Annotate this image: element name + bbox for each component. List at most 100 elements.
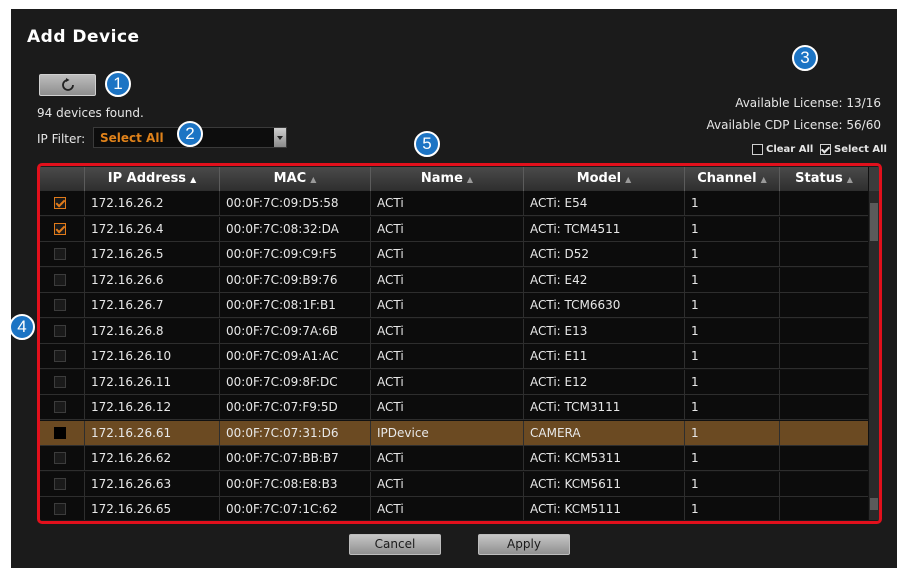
cell-channel: 1 (685, 420, 780, 445)
row-checkbox[interactable] (54, 273, 66, 286)
cell-ip: 172.16.26.63 (85, 471, 220, 496)
table-row[interactable]: 172.16.26.10 00:0F:7C:09:A1:AC ACTi ACTi: E… (40, 344, 868, 369)
table-row[interactable]: 172.16.26.12 00:0F:7C:07:F9:5D ACTi ACTi: T… (40, 395, 868, 420)
cell-model: ACTi: TCM6630 (524, 293, 685, 317)
cell-name: ACTi (371, 318, 524, 343)
select-all-checkbox[interactable]: Select All (820, 144, 887, 155)
row-checkbox[interactable] (54, 299, 66, 311)
cell-name: ACTi (371, 369, 524, 394)
row-checkbox[interactable] (54, 222, 66, 235)
cell-status (780, 472, 868, 496)
cell-channel: 1 (685, 318, 780, 343)
row-checkbox-cell (40, 369, 85, 394)
row-checkbox[interactable] (54, 375, 66, 388)
available-cdp-license-text: Available CDP License: 56/60 (706, 118, 881, 132)
table-row[interactable]: 172.16.26.63 00:0F:7C:08:E8:B3 ACTi ACTi: K… (40, 471, 868, 497)
callout-marker: 5 (414, 131, 440, 157)
header-mac[interactable]: MAC ▲ (220, 167, 371, 191)
row-checkbox[interactable] (54, 350, 66, 362)
cell-model: ACTi: KCM5311 (524, 446, 685, 470)
header-channel[interactable]: Channel ▲ (685, 167, 780, 191)
select-all-box[interactable] (820, 144, 831, 155)
cell-name: ACTi (371, 293, 524, 317)
row-checkbox[interactable] (54, 248, 66, 260)
scrollbar-header-cap (869, 167, 879, 191)
cell-channel: 1 (685, 369, 780, 394)
row-checkbox[interactable] (54, 401, 66, 413)
cell-mac: 00:0F:7C:08:E8:B3 (220, 471, 371, 496)
chevron-down-icon[interactable] (274, 128, 286, 147)
vertical-scrollbar[interactable] (869, 167, 879, 520)
table-row[interactable]: 172.16.26.7 00:0F:7C:08:1F:B1 ACTi ACTi: TC… (40, 293, 868, 318)
cancel-button[interactable]: Cancel (349, 534, 441, 555)
cell-model: ACTi: D52 (524, 242, 685, 266)
header-model[interactable]: Model ▲ (524, 167, 685, 191)
callout-marker: 1 (105, 71, 131, 97)
clear-all-checkbox[interactable]: Clear All (752, 144, 813, 155)
header-checkbox-column (40, 167, 85, 191)
cell-name: ACTi (371, 395, 524, 419)
cell-status (780, 217, 868, 241)
sort-icon: ▲ (760, 175, 767, 184)
cell-channel: 1 (685, 446, 780, 470)
dialog-title: Add Device (27, 27, 140, 47)
table-row[interactable]: 172.16.26.2 00:0F:7C:09:D5:58 ACTi ACTi: E5… (40, 191, 868, 216)
row-checkbox[interactable] (54, 197, 66, 209)
callout-marker: 4 (9, 314, 35, 340)
cell-name: ACTi (371, 242, 524, 266)
cell-status (780, 191, 868, 215)
cell-channel: 1 (685, 242, 780, 266)
cell-channel: 1 (685, 216, 780, 241)
clear-all-label: Clear All (766, 144, 814, 155)
cell-ip: 172.16.26.61 (85, 420, 220, 445)
row-checkbox[interactable] (54, 452, 66, 464)
table-row[interactable]: 172.16.26.65 00:0F:7C:07:1C:62 ACTi ACTi: K… (40, 497, 868, 520)
row-checkbox[interactable] (54, 503, 66, 515)
table-row[interactable]: 172.16.26.5 00:0F:7C:09:C9:F5 ACTi ACTi: D5… (40, 242, 868, 267)
cell-channel: 1 (685, 191, 780, 215)
cell-name: ACTi (371, 497, 524, 520)
cell-ip: 172.16.26.12 (85, 395, 220, 419)
cell-status (780, 293, 868, 317)
cell-status (780, 421, 868, 445)
cell-ip: 172.16.26.4 (85, 216, 220, 241)
cell-mac: 00:0F:7C:08:32:DA (220, 216, 371, 241)
cell-ip: 172.16.26.5 (85, 242, 220, 266)
scrollbar-bottom-button[interactable] (870, 498, 878, 510)
header-status[interactable]: Status ▲ (780, 167, 868, 191)
refresh-button[interactable] (39, 74, 96, 96)
clear-all-box[interactable] (752, 144, 763, 155)
row-checkbox[interactable] (54, 426, 66, 439)
row-checkbox-cell (40, 191, 85, 215)
cell-name: ACTi (371, 344, 524, 368)
apply-button[interactable]: Apply (478, 534, 570, 555)
table-row[interactable]: 172.16.26.11 00:0F:7C:09:8F:DC ACTi ACTi: E… (40, 369, 868, 395)
header-name[interactable]: Name ▲ (371, 167, 524, 191)
row-checkbox-cell (40, 267, 85, 292)
row-checkbox-cell (40, 293, 85, 317)
cell-channel: 1 (685, 293, 780, 317)
cell-mac: 00:0F:7C:09:7A:6B (220, 318, 371, 343)
cell-mac: 00:0F:7C:07:F9:5D (220, 395, 371, 419)
cell-channel: 1 (685, 267, 780, 292)
table-row[interactable]: 172.16.26.4 00:0F:7C:08:32:DA ACTi ACTi: TC… (40, 216, 868, 242)
cell-model: ACTi: E42 (524, 267, 685, 292)
cell-channel: 1 (685, 471, 780, 496)
scrollbar-thumb[interactable] (870, 203, 878, 241)
table-row[interactable]: 172.16.26.61 00:0F:7C:07:31:D6 IPDevice CAM… (40, 420, 868, 446)
cell-mac: 00:0F:7C:07:31:D6 (220, 420, 371, 445)
cell-mac: 00:0F:7C:09:D5:58 (220, 191, 371, 215)
cell-ip: 172.16.26.62 (85, 446, 220, 470)
available-license-text: Available License: 13/16 (735, 96, 881, 110)
table-row[interactable]: 172.16.26.8 00:0F:7C:09:7A:6B ACTi ACTi: E1… (40, 318, 868, 344)
table-row[interactable]: 172.16.26.6 00:0F:7C:09:B9:76 ACTi ACTi: E4… (40, 267, 868, 293)
row-checkbox[interactable] (54, 477, 66, 490)
table-row[interactable]: 172.16.26.62 00:0F:7C:07:BB:B7 ACTi ACTi: K… (40, 446, 868, 471)
table-header: IP Address ▲ MAC ▲ Name ▲ Model ▲ Channel ▲ S… (40, 167, 868, 191)
cell-status (780, 344, 868, 368)
cell-model: ACTi: E13 (524, 318, 685, 343)
row-checkbox[interactable] (54, 324, 66, 337)
sort-icon: ▲ (625, 175, 632, 184)
cell-ip: 172.16.26.7 (85, 293, 220, 317)
header-ip-address[interactable]: IP Address ▲ (85, 167, 220, 191)
